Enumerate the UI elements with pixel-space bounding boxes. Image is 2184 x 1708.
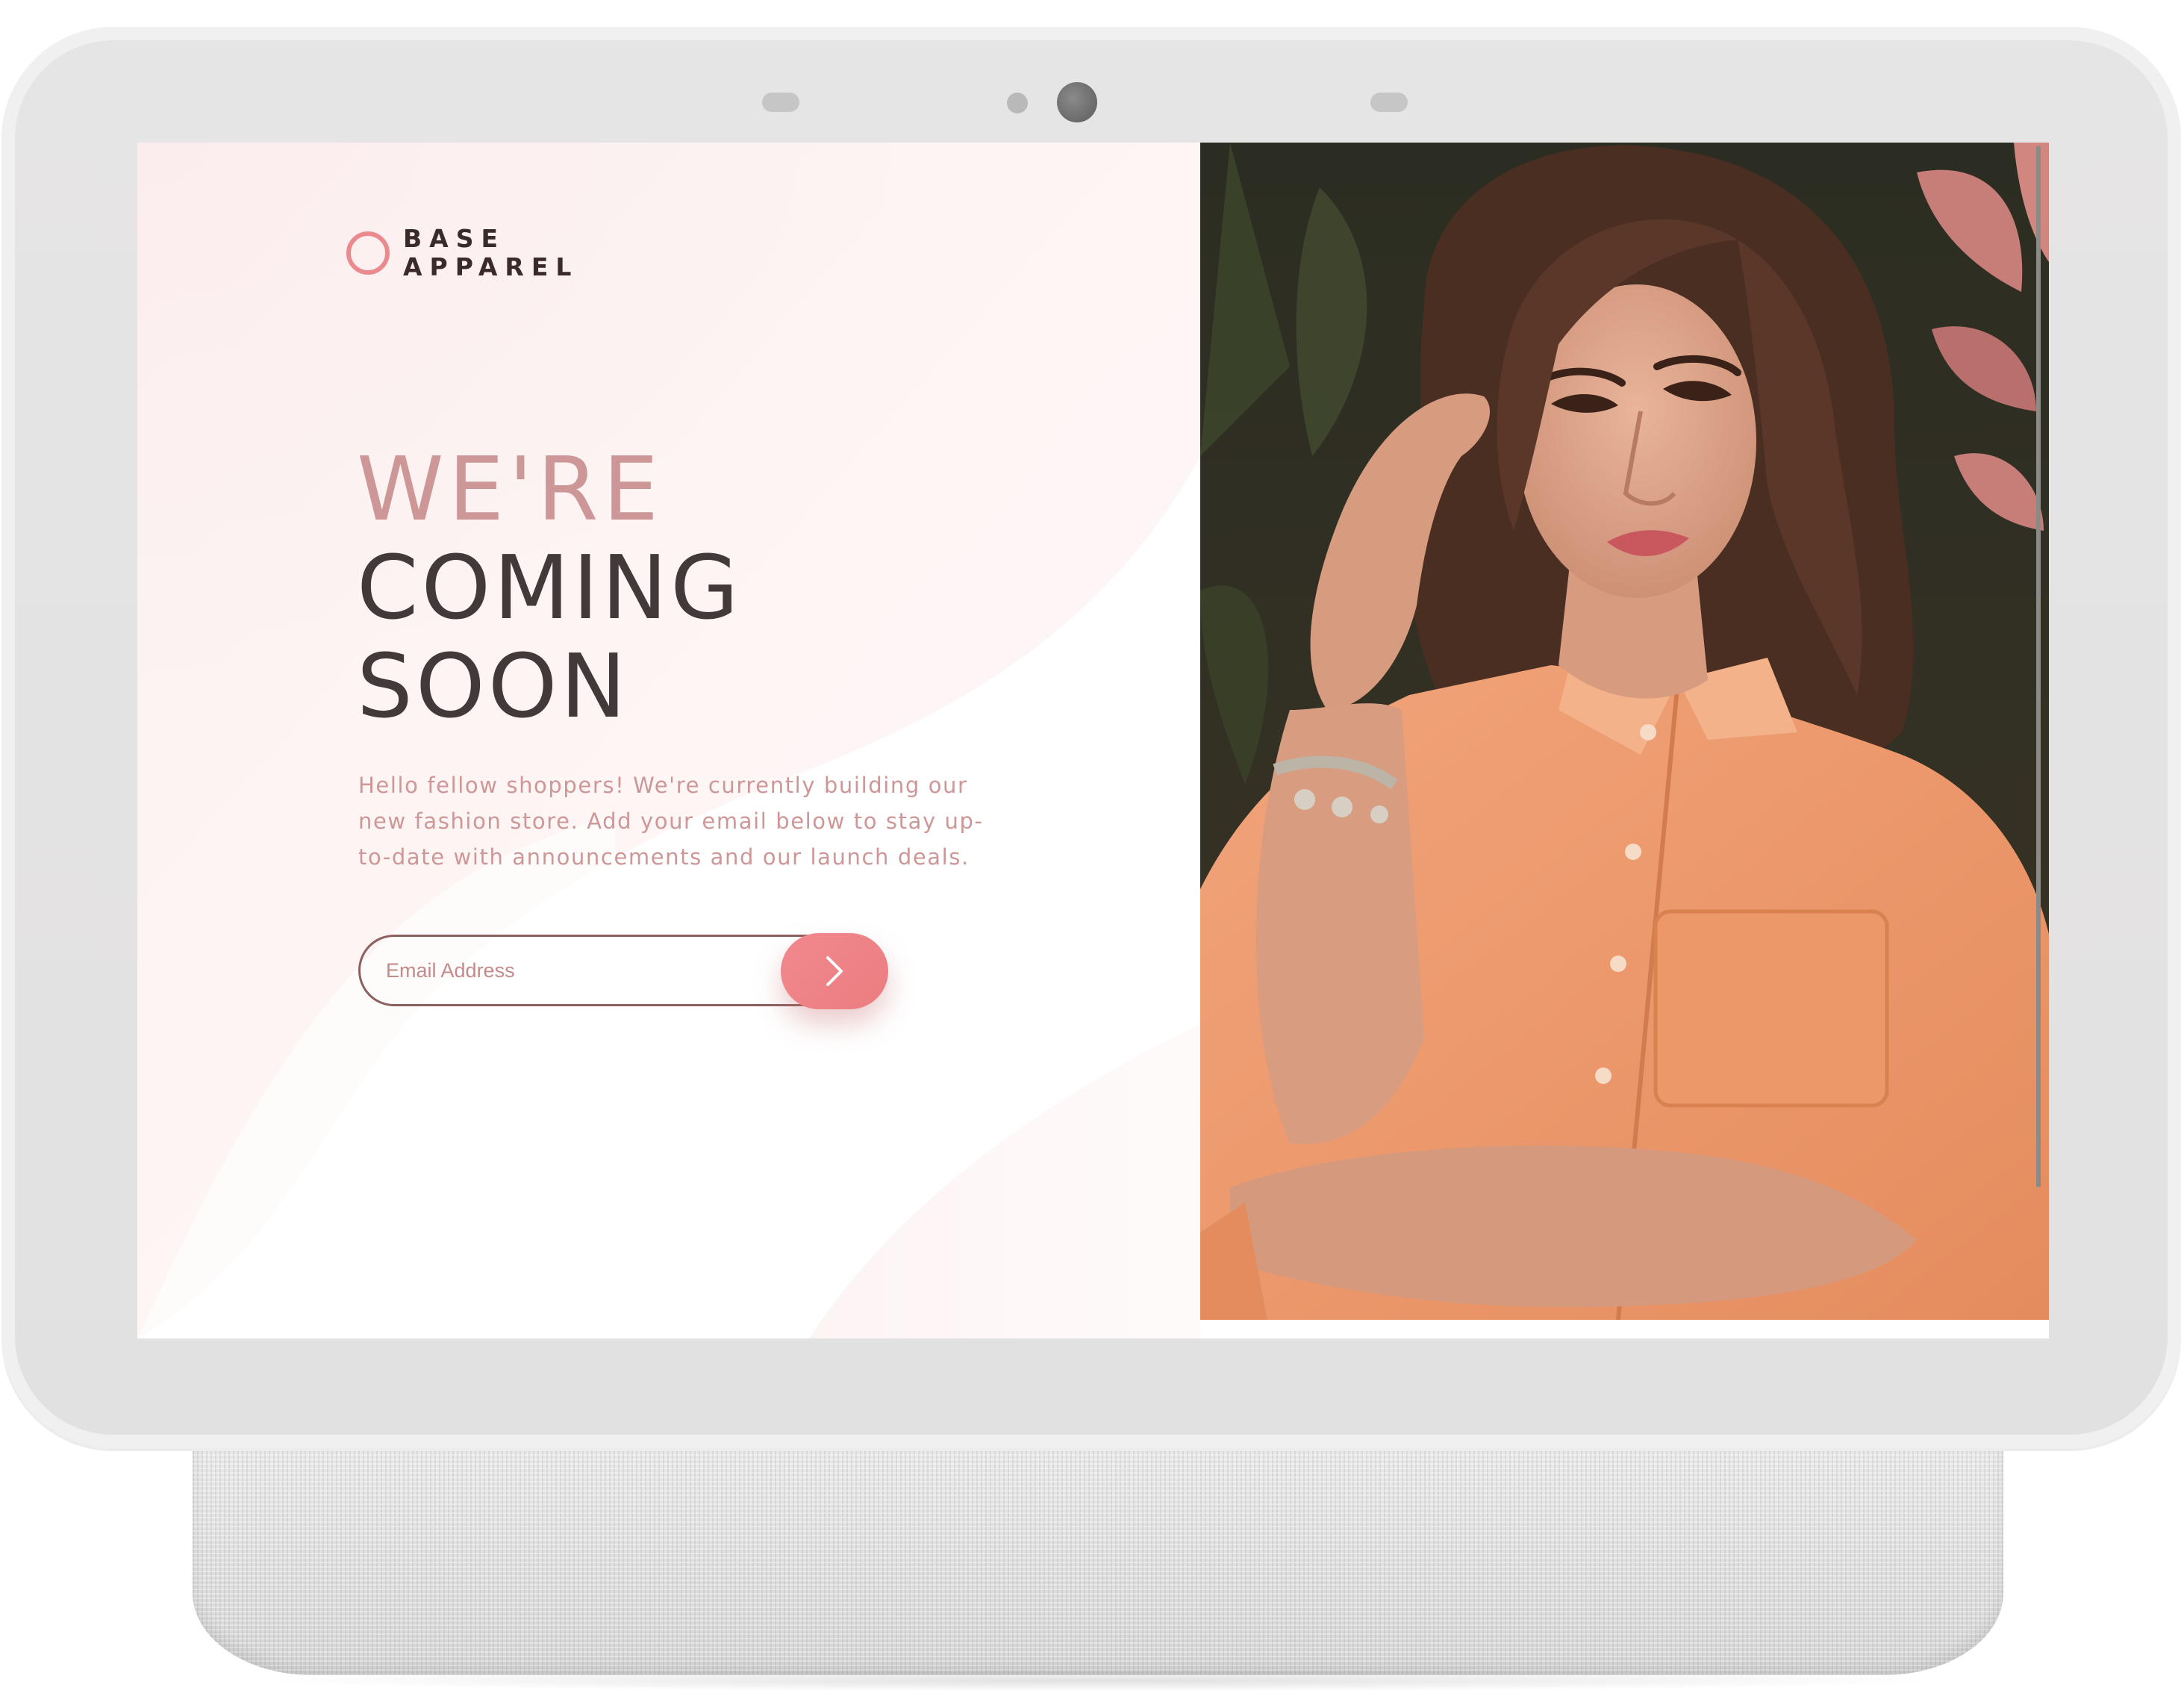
logo-wordmark: BASE APPAREL — [403, 225, 578, 281]
device-screen: BASE APPAREL WE'RE COMING SOON Hello fel… — [137, 143, 2049, 1338]
hero-illustration — [1200, 143, 2049, 1320]
brand-logo[interactable]: BASE APPAREL — [346, 225, 578, 281]
intro-text: Hello fellow shoppers! We're currently b… — [358, 773, 984, 870]
headline-line-3: SOON — [357, 635, 629, 738]
headline-line-2: COMING — [357, 536, 742, 639]
speaker-base — [193, 1451, 2003, 1675]
screen-edge-highlight — [2036, 146, 2041, 1187]
signup-form — [358, 933, 888, 1009]
device-mockup: BASE APPAREL WE'RE COMING SOON Hello fel… — [0, 0, 2184, 1708]
base-shadow — [246, 1669, 1956, 1692]
chevron-right-icon — [826, 956, 843, 986]
logo-ring-icon — [346, 231, 390, 275]
submit-button[interactable] — [781, 933, 888, 1009]
sensor-dot — [1007, 93, 1028, 113]
content-panel: BASE APPAREL WE'RE COMING SOON Hello fel… — [137, 143, 1200, 1338]
hero-photo — [1200, 143, 2049, 1320]
camera-icon — [1057, 82, 1097, 122]
page-title: WE'RE COMING SOON — [357, 440, 742, 735]
headline-light: WE'RE — [357, 437, 664, 540]
sensor-right — [1370, 93, 1408, 112]
background-wave — [137, 143, 1200, 1338]
logo-line-1: BASE — [403, 224, 506, 253]
logo-line-2: APPAREL — [403, 252, 579, 281]
sensor-left — [762, 93, 799, 112]
